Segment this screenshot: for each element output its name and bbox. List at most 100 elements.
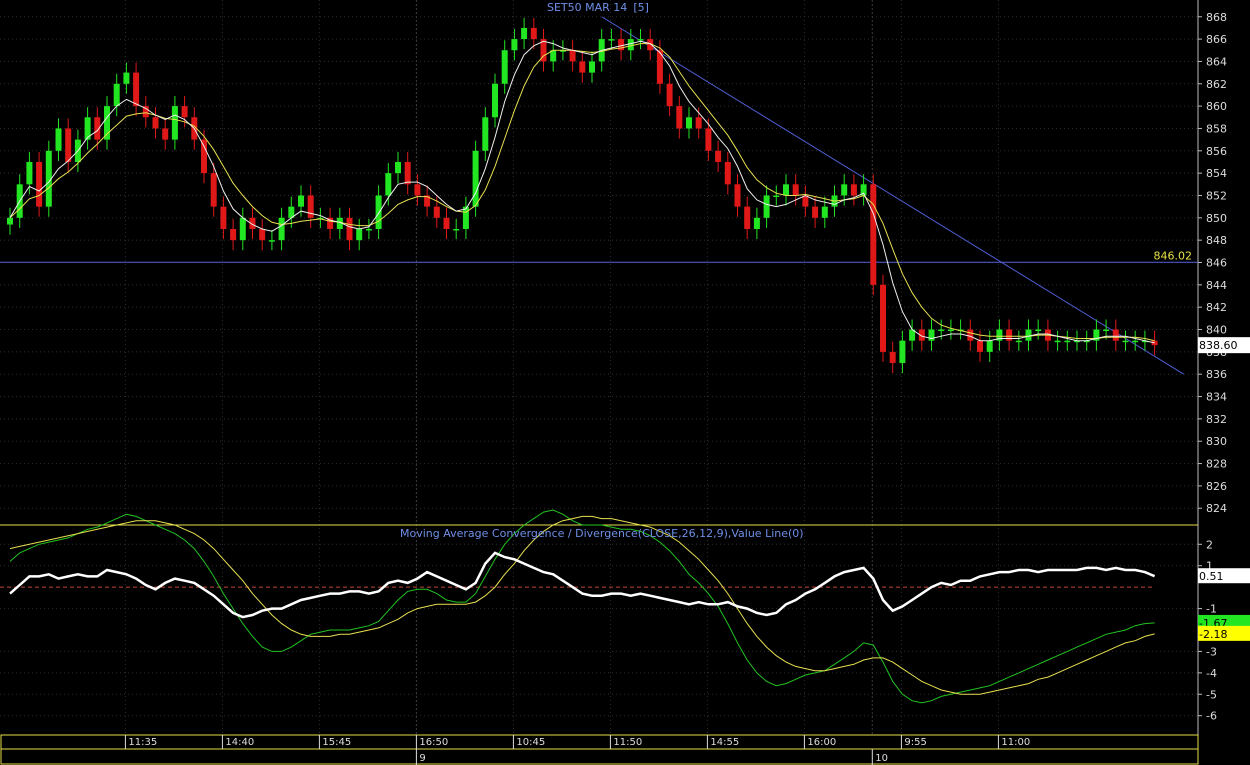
price-tick-label: 856 <box>1206 145 1227 158</box>
candle-body <box>259 228 266 241</box>
candle-body <box>298 195 304 207</box>
candle-body <box>792 184 799 196</box>
price-tick-label: 854 <box>1206 167 1227 180</box>
macd-tick-label: -5 <box>1206 688 1217 701</box>
price-tick-label: 850 <box>1206 212 1227 225</box>
time-tick-label: 10:45 <box>516 737 545 748</box>
candle-body <box>1112 329 1119 341</box>
price-tick-label: 832 <box>1206 413 1227 426</box>
candle-body <box>666 83 673 107</box>
candle-body <box>385 173 392 196</box>
candle-body <box>812 206 819 218</box>
price-tick-label: 866 <box>1206 33 1227 46</box>
chart-canvas: 8248268288308328348368388408428448468488… <box>0 0 1250 765</box>
candle-body <box>453 228 460 231</box>
time-tick-label: 14:40 <box>225 737 254 748</box>
candle-body <box>530 27 537 40</box>
candle-body <box>579 61 586 73</box>
candle-body <box>1064 340 1071 343</box>
price-tick-label: 864 <box>1206 55 1227 68</box>
candle-body <box>230 228 237 241</box>
candle-body <box>715 150 722 162</box>
candle-body <box>201 139 207 174</box>
candle-body <box>65 128 72 162</box>
time-tick-label: 11:50 <box>613 737 642 748</box>
candle-body <box>783 184 789 196</box>
macd-tick-label: -1 <box>1206 603 1217 616</box>
macd-tick-label: 2 <box>1206 538 1213 551</box>
candle-body <box>36 161 43 207</box>
candle-body <box>181 106 188 118</box>
candle-body <box>676 106 683 129</box>
candle-body <box>443 217 450 229</box>
candle-body <box>724 161 731 185</box>
last-price-label: 838.60 <box>1199 339 1238 352</box>
candle-body <box>239 217 246 241</box>
day-tick-label: 9 <box>419 753 425 764</box>
macd-chart-title: Moving Average Convergence / Divergence(… <box>400 527 804 540</box>
macd-tick-label: -3 <box>1206 645 1217 658</box>
candle-body <box>171 106 178 140</box>
candle-body <box>210 173 217 207</box>
candle-body <box>977 340 983 352</box>
time-tick-label: 14:55 <box>710 737 739 748</box>
macd-value-label: -2.18 <box>1199 628 1227 641</box>
time-tick-label: 16:50 <box>419 737 448 748</box>
candle-body <box>365 228 372 231</box>
price-tick-label: 858 <box>1206 122 1227 135</box>
time-tick-label: 11:00 <box>1001 737 1030 748</box>
price-tick-label: 842 <box>1206 301 1227 314</box>
candle-body <box>938 329 945 332</box>
candle-body <box>346 217 353 241</box>
candle-body <box>482 117 489 151</box>
price-tick-label: 860 <box>1206 100 1227 113</box>
candle-body <box>123 72 130 84</box>
candle-body <box>734 184 741 207</box>
candle-body <box>521 27 528 40</box>
candle-body <box>55 128 62 151</box>
price-tick-label: 848 <box>1206 234 1227 247</box>
day-tick-label: 10 <box>875 753 888 764</box>
price-tick-label: 852 <box>1206 189 1227 202</box>
macd-value-label: 0.51 <box>1199 570 1224 583</box>
candle-body <box>928 329 935 341</box>
candle-body <box>608 39 615 41</box>
candle-body <box>1015 340 1022 343</box>
candle-body <box>744 206 751 229</box>
candle-body <box>802 195 809 207</box>
candle-body <box>773 195 780 197</box>
candle-body <box>1035 329 1042 332</box>
candle-body <box>375 195 382 229</box>
candle-body <box>501 50 508 84</box>
price-tick-label: 846 <box>1206 257 1227 270</box>
candle-body <box>947 329 954 332</box>
candle-body <box>695 117 702 129</box>
time-tick-label: 11:35 <box>128 737 157 748</box>
price-tick-label: 834 <box>1206 391 1227 404</box>
candle-body <box>433 206 440 218</box>
candle-body <box>1132 340 1139 343</box>
candle-body <box>113 83 120 107</box>
candle-body <box>850 184 857 196</box>
candle-body <box>753 217 760 229</box>
price-tick-label: 844 <box>1206 279 1227 292</box>
macd-tick-label: -4 <box>1206 667 1217 680</box>
price-tick-label: 824 <box>1206 502 1227 515</box>
candle-body <box>220 206 227 229</box>
candle-body <box>462 206 469 229</box>
price-chart-title: SET50 MAR 14 [5] <box>547 1 649 14</box>
candle-body <box>986 340 993 352</box>
candle-body <box>1025 329 1032 341</box>
candle-body <box>404 161 411 185</box>
support-line-label: 846.02 <box>1154 249 1193 262</box>
price-tick-label: 828 <box>1206 458 1227 471</box>
candle-body <box>763 195 770 218</box>
candle-body <box>1122 340 1129 343</box>
candle-body <box>821 206 828 218</box>
candle-body <box>356 228 363 241</box>
candle-body <box>589 61 595 73</box>
candle-body <box>841 184 848 196</box>
candle-body <box>1054 340 1061 343</box>
candle-body <box>278 217 285 241</box>
time-tick-label: 9:55 <box>904 737 926 748</box>
